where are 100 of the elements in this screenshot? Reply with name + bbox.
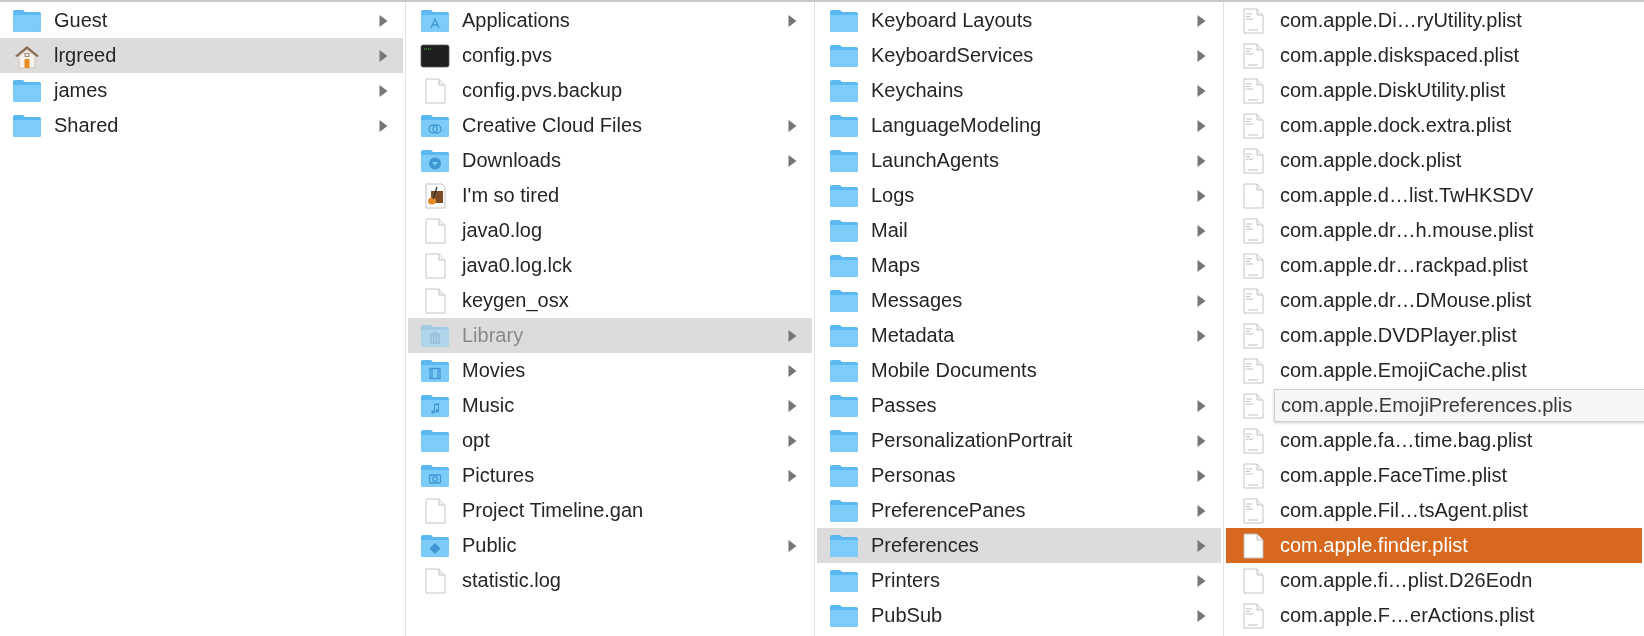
file-row[interactable]: com.apple.finder.plist (1226, 528, 1642, 563)
file-name: Preferences (871, 534, 980, 557)
file-name: Keyboard Layouts (871, 9, 1034, 32)
folder-icon (420, 112, 450, 139)
file-row[interactable]: Personas (817, 458, 1221, 493)
file-name: Mail (871, 219, 909, 242)
file-row[interactable]: com.apple.Di…ryUtility.plist (1226, 3, 1642, 38)
file-row[interactable]: Public (408, 528, 812, 563)
file-row[interactable]: LaunchAgents (817, 143, 1221, 178)
file-row[interactable]: opt (408, 423, 812, 458)
disclosure-arrow-icon (1196, 573, 1207, 588)
folder-icon (829, 112, 859, 139)
file-row[interactable]: java0.log (408, 213, 812, 248)
file-row[interactable]: com.apple.dr…h.mouse.plist (1226, 213, 1642, 248)
file-row[interactable]: com.apple.Fil…tsAgent.plist (1226, 493, 1642, 528)
file-name: com.apple.dr…h.mouse.plist (1280, 219, 1535, 242)
file-row[interactable]: com.apple.fi…plist.D26Eodn (1226, 563, 1642, 598)
file-row[interactable]: com.apple.dock.plist (1226, 143, 1642, 178)
file-row[interactable]: Keyboard Layouts (817, 3, 1221, 38)
file-row[interactable]: PersonalizationPortrait (817, 423, 1221, 458)
file-row[interactable]: com.apple.EmojiPreferences.plis (1226, 388, 1642, 423)
file-name: com.apple.d…list.TwHKSDV (1280, 184, 1535, 207)
file-row[interactable]: Maps (817, 248, 1221, 283)
file-row[interactable]: Shared (0, 108, 403, 143)
file-row[interactable]: com.apple.dr…DMouse.plist (1226, 283, 1642, 318)
file-name: com.apple.Di…ryUtility.plist (1280, 9, 1523, 32)
file-row[interactable]: config.pvs.backup (408, 73, 812, 108)
file-row[interactable]: Messages (817, 283, 1221, 318)
disclosure-arrow-icon (378, 83, 389, 98)
file-row[interactable]: KeyboardServices (817, 38, 1221, 73)
folder-icon (829, 392, 859, 419)
file-row[interactable]: Preferences (817, 528, 1221, 563)
file-name: com.apple.DVDPlayer.plist (1280, 324, 1518, 347)
file-row[interactable]: com.apple.diskspaced.plist (1226, 38, 1642, 73)
file-row[interactable]: Mobile Documents (817, 353, 1221, 388)
file-row[interactable]: Movies (408, 353, 812, 388)
folder-icon (420, 462, 450, 489)
file-row[interactable]: Printers (817, 563, 1221, 598)
file-row[interactable]: I'm so tired (408, 178, 812, 213)
file-name: Metadata (871, 324, 956, 347)
file-name: LanguageModeling (871, 114, 1043, 137)
file-row[interactable]: Applications (408, 3, 812, 38)
file-row[interactable]: Creative Cloud Files (408, 108, 812, 143)
folder-icon (829, 532, 859, 559)
file-name: Mobile Documents (871, 359, 1038, 382)
file-row[interactable]: PreferencePanes (817, 493, 1221, 528)
file-row[interactable]: statistic.log (408, 563, 812, 598)
file-name: Creative Cloud Files (462, 114, 644, 137)
file-row[interactable]: com.apple.dock.extra.plist (1226, 108, 1642, 143)
file-row[interactable]: Downloads (408, 143, 812, 178)
disclosure-arrow-icon (1196, 188, 1207, 203)
file-row[interactable]: Metadata (817, 318, 1221, 353)
file-row[interactable]: com.apple.DVDPlayer.plist (1226, 318, 1642, 353)
file-row[interactable]: LanguageModeling (817, 108, 1221, 143)
folder-icon (12, 112, 42, 139)
file-row[interactable]: Pictures (408, 458, 812, 493)
disclosure-arrow-icon (1196, 13, 1207, 28)
file-row[interactable]: com.apple.fa…time.bag.plist (1226, 423, 1642, 458)
file-row[interactable]: Guest (0, 3, 403, 38)
file-name: Public (462, 534, 518, 557)
file-name: LaunchAgents (871, 149, 1000, 172)
file-row[interactable]: Mail (817, 213, 1221, 248)
file-row[interactable]: Project Timeline.gan (408, 493, 812, 528)
file-row[interactable]: Passes (817, 388, 1221, 423)
file-name: Applications (462, 9, 571, 32)
file-row[interactable]: com.apple.d…list.TwHKSDV (1226, 178, 1642, 213)
file-name: Library (462, 324, 525, 347)
file-row[interactable]: Keychains (817, 73, 1221, 108)
file-row[interactable]: Music (408, 388, 812, 423)
file-name: com.apple.FaceTime.plist (1280, 464, 1509, 487)
file-row[interactable]: com.apple.F…erActions.plist (1226, 598, 1642, 633)
file-name: keygen_osx (462, 289, 570, 312)
disclosure-arrow-icon (1196, 328, 1207, 343)
file-row[interactable]: config.pvs (408, 38, 812, 73)
folder-icon (829, 287, 859, 314)
file-row[interactable]: PubSub (817, 598, 1221, 633)
file-row[interactable]: keygen_osx (408, 283, 812, 318)
file-name: PreferencePanes (871, 499, 1027, 522)
file-row[interactable]: com.apple.dr…rackpad.plist (1226, 248, 1642, 283)
disclosure-arrow-icon (787, 433, 798, 448)
folder-icon (829, 497, 859, 524)
file-name: lrgreed (54, 44, 118, 67)
full-name-tooltip: com.apple.EmojiPreferences.plis (1274, 389, 1644, 422)
disclosure-arrow-icon (787, 538, 798, 553)
disclosure-arrow-icon (1196, 293, 1207, 308)
file-name: Project Timeline.gan (462, 499, 645, 522)
file-row[interactable]: com.apple.EmojiCache.plist (1226, 353, 1642, 388)
file-row[interactable]: james (0, 73, 403, 108)
folder-icon (829, 462, 859, 489)
file-row[interactable]: com.apple.DiskUtility.plist (1226, 73, 1642, 108)
disclosure-arrow-icon (1196, 258, 1207, 273)
disclosure-arrow-icon (787, 328, 798, 343)
disclosure-arrow-icon (787, 153, 798, 168)
file-row[interactable]: lrgreed (0, 38, 403, 73)
file-name: Downloads (462, 149, 562, 172)
folder-icon (420, 532, 450, 559)
file-row[interactable]: java0.log.lck (408, 248, 812, 283)
file-name: PersonalizationPortrait (871, 429, 1074, 452)
file-row[interactable]: com.apple.FaceTime.plist (1226, 458, 1642, 493)
file-row[interactable]: Logs (817, 178, 1221, 213)
